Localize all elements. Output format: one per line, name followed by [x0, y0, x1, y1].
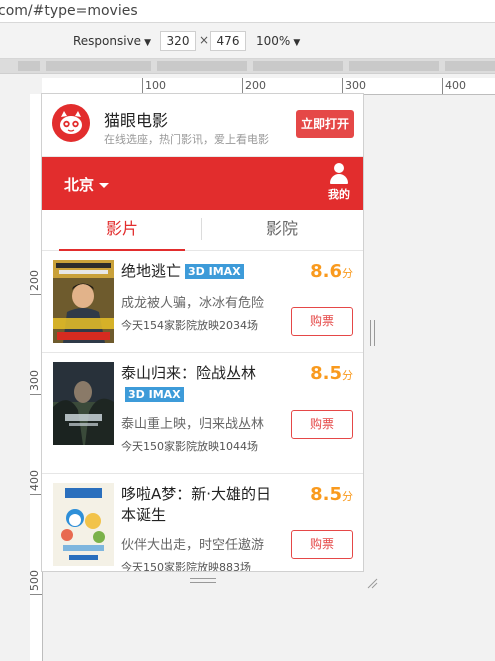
media-query-segment[interactable]	[253, 61, 343, 71]
buy-ticket-button[interactable]: 购票	[291, 307, 353, 336]
maoyan-cat-logo-icon	[52, 104, 90, 142]
format-badge: 3D IMAX	[125, 387, 184, 402]
mobile-viewport: 猫眼电影 在线选座，热门影讯，爱上看电影 立即打开 北京 我的 影片 影院 绝地…	[42, 94, 363, 571]
resize-handle-corner[interactable]	[366, 574, 378, 589]
ruler-tick	[30, 294, 42, 295]
score-value: 8.5	[310, 484, 342, 505]
ruler-label: 400	[445, 79, 466, 92]
ruler-tick	[442, 78, 443, 94]
movie-showings: 今天150家影院放映883场	[121, 561, 251, 571]
ruler-label: 200	[28, 270, 41, 291]
movie-title-row: 绝地逃亡 3D IMAX	[121, 261, 301, 282]
ruler-label: 100	[145, 79, 166, 92]
zoom-select[interactable]: 100% ▼	[256, 34, 300, 48]
chevron-down-icon: ▼	[144, 38, 151, 48]
city-label: 北京	[64, 176, 95, 194]
media-query-bar[interactable]	[0, 59, 495, 74]
url-bar[interactable]: com/#type=movies	[0, 0, 495, 23]
ruler-tick	[342, 78, 343, 94]
buy-ticket-button[interactable]: 购票	[291, 530, 353, 559]
ruler-tick	[242, 78, 243, 94]
mine-button[interactable]: 我的	[324, 163, 354, 202]
media-query-segment[interactable]	[157, 61, 247, 71]
height-input[interactable]: 476	[210, 31, 246, 51]
format-badge: 3D IMAX	[185, 264, 244, 279]
movie-showings: 今天150家影院放映1044场	[121, 440, 258, 453]
ruler-tick	[142, 78, 143, 94]
ruler-label: 400	[28, 470, 41, 491]
movie-score: 8.5分	[310, 484, 353, 505]
media-query-segment[interactable]	[18, 61, 40, 71]
score-unit: 分	[342, 267, 353, 280]
movie-title: 泰山归来：险战丛林	[121, 364, 257, 382]
app-download-banner: 猫眼电影 在线选座，热门影讯，爱上看电影 立即打开	[42, 94, 363, 157]
movie-description: 泰山重上映，归来战丛林	[121, 417, 265, 432]
device-mode-label: Responsive	[73, 34, 142, 48]
movie-item[interactable]: 绝地逃亡 3D IMAX 8.6分 成龙被人骗，冰冰有危险 今天154家影院放映2…	[42, 251, 363, 353]
width-input[interactable]: 320	[160, 31, 196, 51]
media-query-segment[interactable]	[349, 61, 439, 71]
movie-item[interactable]: 泰山归来：险战丛林 3D IMAX 8.5分 泰山重上映，归来战丛林 今天150…	[42, 353, 363, 474]
url-text[interactable]: com/#type=movies	[0, 1, 138, 21]
ruler-tick	[30, 494, 42, 495]
movie-score: 8.5分	[310, 363, 353, 384]
ruler-label: 200	[245, 79, 266, 92]
user-icon	[328, 163, 350, 185]
mine-label: 我的	[328, 188, 350, 201]
tab-bar: 影片 影院	[42, 210, 363, 251]
score-unit: 分	[342, 369, 353, 382]
media-query-segment[interactable]	[46, 61, 151, 71]
tab-cinemas[interactable]: 影院	[202, 210, 362, 250]
ruler-tick	[30, 394, 42, 395]
movie-poster[interactable]	[53, 260, 114, 343]
movie-description: 成龙被人骗，冰冰有危险	[121, 296, 265, 311]
buy-ticket-button[interactable]: 购票	[291, 410, 353, 439]
device-toolbar: Responsive ▼ 320 × 476 100% ▼	[0, 23, 495, 59]
caret-down-icon	[99, 183, 110, 188]
open-app-button[interactable]: 立即打开	[296, 110, 354, 138]
device-mode-select[interactable]: Responsive ▼	[73, 34, 151, 48]
movie-score: 8.6分	[310, 261, 353, 282]
movie-item[interactable]: 哆啦A梦：新·大雄的日本诞生 8.5分 伙伴大出走，时空任遨游 今天150家影院…	[42, 474, 363, 571]
size-separator: ×	[199, 33, 210, 47]
score-value: 8.6	[310, 261, 342, 282]
movie-description: 伙伴大出走，时空任遨游	[121, 538, 265, 553]
movie-poster[interactable]	[53, 362, 114, 445]
media-query-segment[interactable]	[445, 61, 495, 71]
app-name: 猫眼电影	[104, 111, 169, 130]
movie-title-row: 泰山归来：险战丛林 3D IMAX	[121, 363, 301, 405]
movie-title-row: 哆啦A梦：新·大雄的日本诞生	[121, 484, 286, 526]
horizontal-ruler: 100 200 300 400	[42, 78, 495, 95]
zoom-label: 100%	[256, 34, 291, 48]
resize-handle-right[interactable]	[370, 320, 376, 346]
ruler-label: 300	[28, 370, 41, 391]
tab-movies[interactable]: 影片	[42, 210, 202, 251]
header-bar: 北京 我的	[42, 157, 363, 210]
ruler-label: 500	[28, 570, 41, 591]
movie-title: 绝地逃亡	[121, 262, 182, 280]
score-value: 8.5	[310, 363, 342, 384]
ruler-tick	[30, 594, 42, 595]
movie-title: 哆啦A梦：新·大雄的日本诞生	[121, 485, 272, 524]
movie-showings: 今天154家影院放映2034场	[121, 319, 258, 332]
movie-poster[interactable]	[53, 483, 114, 566]
city-selector[interactable]: 北京	[64, 174, 110, 195]
ruler-label: 300	[345, 79, 366, 92]
resize-handle-bottom[interactable]	[190, 578, 216, 583]
chevron-down-icon: ▼	[293, 38, 301, 48]
score-unit: 分	[342, 490, 353, 503]
app-subtitle: 在线选座，热门影讯，爱上看电影	[104, 133, 269, 146]
